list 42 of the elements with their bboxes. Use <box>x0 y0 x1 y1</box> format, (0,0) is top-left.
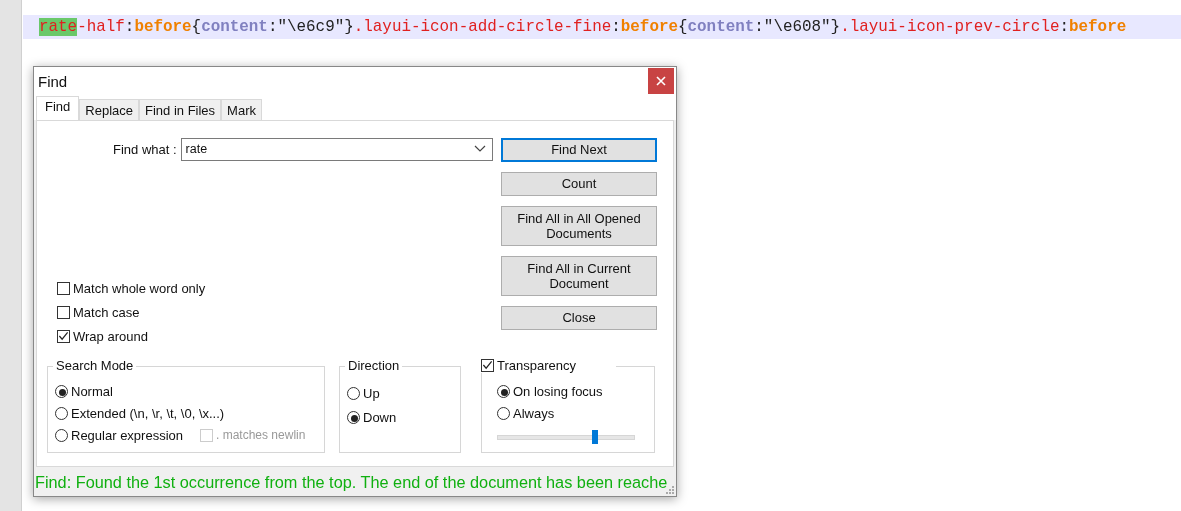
dropdown-caret-icon <box>473 145 486 154</box>
radio-label: On losing focus <box>513 383 603 399</box>
radio-button[interactable] <box>347 410 360 424</box>
tab[interactable]: Find <box>36 95 80 120</box>
radio-button[interactable] <box>55 384 68 398</box>
dialog-button[interactable]: Count <box>501 171 657 196</box>
checkbox-label: Match whole word only <box>73 280 206 296</box>
tab[interactable]: Replace <box>79 98 139 120</box>
checkbox[interactable] <box>57 281 70 295</box>
find-what-field[interactable]: rate <box>180 137 493 161</box>
checkbox-label: Wrap around <box>73 328 148 344</box>
radio-label: Down <box>363 409 397 425</box>
tab[interactable]: Find in Files <box>139 98 222 120</box>
radio-button[interactable] <box>497 406 510 420</box>
close-button[interactable] <box>648 68 674 95</box>
close-icon <box>656 76 666 87</box>
radio-button[interactable] <box>55 428 68 442</box>
checkbox[interactable] <box>57 329 70 343</box>
radio-label: Up <box>363 385 380 401</box>
radio-label: Always <box>513 405 555 421</box>
window-title: Find <box>37 72 68 90</box>
dialog-button[interactable]: Find All in All Opened Documents <box>501 205 657 246</box>
slider-thumb[interactable] <box>591 429 598 444</box>
checkbox-label: . matches newlin <box>216 428 306 443</box>
radio-button[interactable] <box>55 406 68 420</box>
transparency-slider[interactable] <box>497 429 635 444</box>
radio-label: Normal <box>71 383 113 399</box>
status-message: Find: Found the 1st occurrence from the top. The end of the document has been reache <box>34 473 668 493</box>
dialog-button[interactable]: Close <box>501 305 657 330</box>
radio-label: Regular expression <box>71 427 183 443</box>
tab[interactable]: Mark <box>221 98 262 120</box>
radio-button[interactable] <box>497 384 510 398</box>
checkbox[interactable] <box>481 358 494 372</box>
checkbox[interactable] <box>57 305 70 319</box>
checkbox-label: Match case <box>73 304 140 320</box>
dialog-button[interactable]: Find Next <box>501 137 657 162</box>
checkbox-label: Transparency <box>497 357 576 373</box>
dialog-button[interactable]: Find All in Current Document <box>501 255 657 296</box>
resize-grip-icon[interactable] <box>665 485 675 495</box>
find-what-label: Find what : <box>113 141 177 157</box>
radio-label: Extended (\n, \r, \t, \0, \x...) <box>71 405 225 421</box>
radio-button[interactable] <box>347 386 360 400</box>
